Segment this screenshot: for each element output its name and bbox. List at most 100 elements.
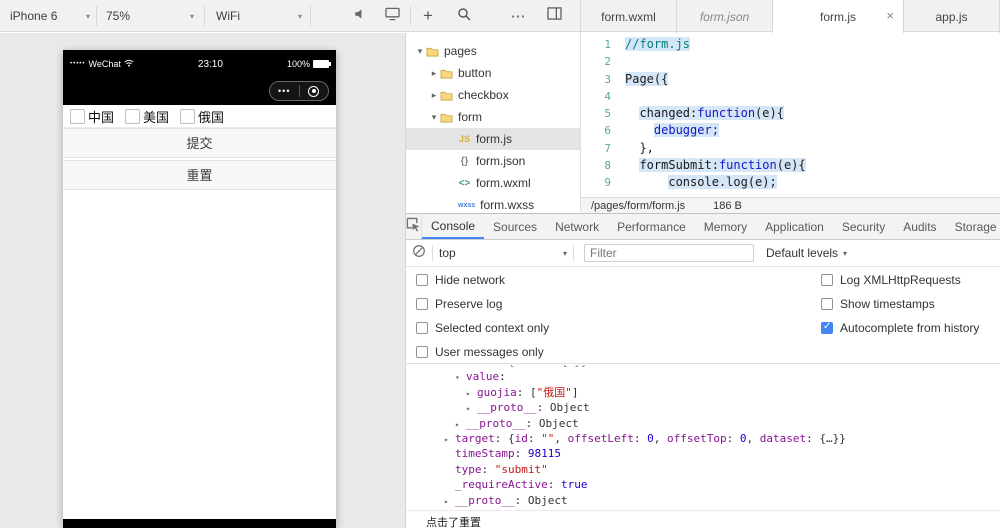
editor-tab-form.json[interactable]: form.json (677, 0, 773, 33)
chevron-down-icon: ▾ (562, 248, 567, 258)
inspect-element-button[interactable] (406, 214, 422, 239)
checkbox-option-2[interactable]: 俄国 (180, 107, 224, 126)
ellipsis-icon: ⋯ (510, 8, 526, 25)
code-text: console.log(e); (668, 175, 777, 190)
tree-item-label: form.wxss (480, 198, 535, 212)
expand-arrow-icon[interactable]: ▾ (444, 365, 455, 370)
tree-expand-icon[interactable]: ▾ (428, 112, 440, 123)
submit-button[interactable]: 提交 (63, 128, 336, 158)
main-toolbar: iPhone 6 ▾ 75% ▾ WiFi ▾ + ⋯ form.wxml fo… (0, 0, 1000, 33)
code-line: 5 changed:function(e){ (581, 105, 1000, 122)
menu-dots-icon[interactable]: ••• (270, 83, 299, 99)
home-button[interactable] (300, 85, 329, 97)
expand-arrow-icon[interactable]: ▸ (444, 432, 455, 447)
code-line: 2 (581, 53, 1000, 70)
tree-item-form.wxml[interactable]: <> form.wxml (406, 172, 580, 194)
wechat-devtools-window: iPhone 6 ▾ 75% ▾ WiFi ▾ + ⋯ form.wxml fo… (0, 0, 1000, 528)
checkbox-icon[interactable] (416, 346, 428, 358)
editor-tab-form.wxml[interactable]: form.wxml (581, 0, 677, 33)
context-label: top (439, 246, 456, 260)
close-tab-icon[interactable]: × (886, 9, 894, 22)
editor-tab-app.js[interactable]: app.js (904, 0, 1000, 33)
file-size: 186 B (713, 199, 742, 212)
console-option-preserve-log[interactable]: Preserve log (416, 292, 549, 316)
add-file-button[interactable]: + (414, 0, 442, 32)
devtools-tab-audits[interactable]: Audits (894, 214, 945, 239)
levels-label: Default levels (766, 246, 839, 260)
console-row: ▸ __proto__: Object (406, 493, 1000, 508)
expand-arrow-icon[interactable]: ▸ (466, 386, 477, 401)
devtools-tab-storage[interactable]: Storage (946, 214, 1000, 239)
checkbox-option-1[interactable]: 美国 (125, 107, 169, 126)
tree-expand-icon[interactable]: ▾ (414, 46, 426, 57)
expand-arrow-icon[interactable]: ▸ (455, 417, 466, 432)
checkbox-icon[interactable] (70, 108, 85, 124)
devtools-tab-performance[interactable]: Performance (608, 214, 695, 239)
tree-item-label: form.json (476, 154, 526, 168)
split-view-button[interactable] (540, 0, 568, 32)
device-selector[interactable]: iPhone 6 ▾ (10, 0, 90, 32)
more-actions-button[interactable]: ⋯ (504, 0, 532, 32)
devtools-tab-memory[interactable]: Memory (695, 214, 756, 239)
checkbox-icon[interactable] (416, 298, 428, 310)
console-option-selected-context-only[interactable]: Selected context only (416, 316, 549, 340)
console-option-autocomplete-from-history[interactable]: Autocomplete from history (821, 316, 979, 340)
checkbox-label: 俄国 (198, 109, 225, 125)
carrier-info: ••••• WeChat (70, 59, 134, 69)
tree-item-form.json[interactable]: {} form.json (406, 150, 580, 172)
line-number: 4 (604, 89, 611, 103)
chevron-down-icon: ▾ (85, 11, 90, 21)
tree-item-pages[interactable]: ▾ pages (406, 40, 580, 62)
tab-label: app.js (935, 9, 968, 24)
console-option-hide-network[interactable]: Hide network (416, 268, 549, 292)
toolbar-divider (432, 245, 433, 261)
checkbox-icon[interactable] (125, 108, 141, 124)
console-row: ▸ guojia: ["俄国"] (406, 385, 1000, 400)
clear-console-button[interactable] (412, 244, 426, 263)
expand-arrow-icon[interactable]: ▸ (466, 401, 477, 416)
checkbox-label: 美国 (143, 109, 170, 125)
tree-item-form.wxss[interactable]: wxss form.wxss (406, 194, 580, 213)
log-levels-selector[interactable]: Default levels ▾ (766, 246, 847, 260)
devtools-tab-network[interactable]: Network (546, 214, 608, 239)
editor-tab-form.js[interactable]: form.js × (773, 0, 904, 33)
checkbox-icon[interactable] (416, 322, 428, 334)
tree-item-form.js[interactable]: JS form.js (406, 128, 580, 150)
devtools-tab-sources[interactable]: Sources (484, 214, 546, 239)
devtools-tab-application[interactable]: Application (756, 214, 833, 239)
code-text: formSubmit:function(e){ (639, 158, 806, 173)
code-editor[interactable]: 1 //form.js 2 3 Page({4 5 changed:function(e)… (581, 33, 1000, 197)
tree-item-button[interactable]: ▸ button (406, 62, 580, 84)
folder-icon (440, 90, 453, 101)
checkbox-icon[interactable] (821, 298, 833, 310)
console-option-user-messages-only[interactable]: User messages only (416, 340, 549, 364)
console-filter-input[interactable] (584, 244, 754, 262)
tree-item-checkbox[interactable]: ▸ checkbox (406, 84, 580, 106)
devtools-tab-console[interactable]: Console (422, 214, 485, 239)
checkbox-icon[interactable] (180, 108, 196, 124)
network-label: WiFi (216, 9, 240, 23)
checkbox-icon[interactable] (416, 274, 428, 286)
tree-expand-icon[interactable]: ▸ (428, 90, 440, 101)
network-selector[interactable]: WiFi ▾ (216, 0, 302, 32)
execution-context-selector[interactable]: top ▾ (439, 246, 567, 260)
console-option-log-xmlhttprequests[interactable]: Log XMLHttpRequests (821, 268, 979, 292)
expand-arrow-icon[interactable]: ▸ (444, 494, 455, 509)
checkbox-icon[interactable] (821, 321, 833, 334)
expand-arrow-icon[interactable]: ▾ (455, 370, 466, 385)
checkbox-option-0[interactable]: 中国 (70, 107, 114, 126)
zoom-selector[interactable]: 75% ▾ (106, 0, 194, 32)
speaker-icon (353, 7, 368, 26)
option-label: Preserve log (435, 297, 503, 311)
tree-expand-icon[interactable]: ▸ (428, 68, 440, 79)
compile-button[interactable] (378, 0, 406, 32)
tree-item-form[interactable]: ▾ form (406, 106, 580, 128)
reset-button[interactable]: 重置 (63, 160, 336, 190)
mute-button[interactable] (346, 0, 374, 32)
console-option-show-timestamps[interactable]: Show timestamps (821, 292, 979, 316)
devtools-tab-security[interactable]: Security (833, 214, 894, 239)
search-button[interactable] (450, 0, 478, 32)
console-output: ▾detail: {value: {…}}▾value:▸guojia: ["俄… (406, 365, 1000, 528)
checkbox-icon[interactable] (821, 274, 833, 286)
signal-dots-icon: ••••• (70, 61, 86, 67)
